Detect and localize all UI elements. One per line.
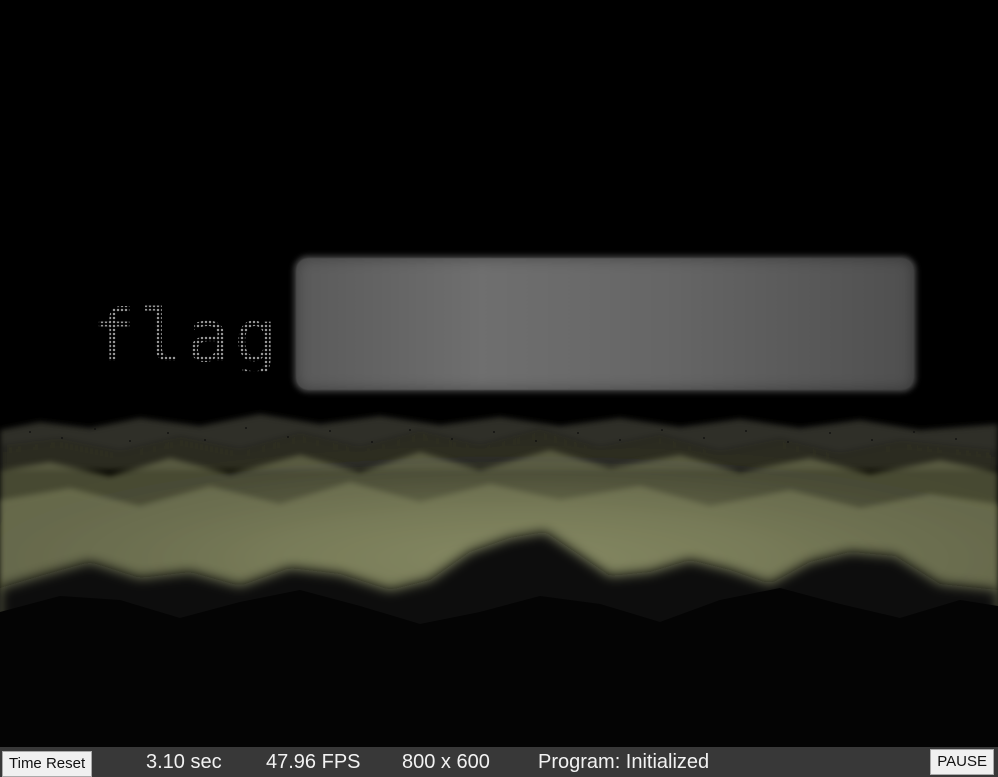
render-canvas[interactable]: flag bbox=[0, 0, 998, 747]
flag-panel bbox=[296, 258, 914, 390]
pause-button[interactable]: PAUSE bbox=[930, 749, 994, 775]
flag-label: flag bbox=[92, 294, 282, 378]
fps-readout: 47.96 FPS bbox=[266, 751, 361, 773]
elapsed-time: 3.10 sec bbox=[146, 751, 222, 773]
resolution-readout: 800 x 600 bbox=[402, 751, 490, 773]
mountains-foreground bbox=[0, 588, 998, 747]
program-status: Program: Initialized bbox=[538, 751, 710, 773]
time-reset-button[interactable]: Time Reset bbox=[2, 751, 93, 777]
status-bar: Time Reset 3.10 sec 47.96 FPS 800 x 600 … bbox=[0, 747, 998, 777]
